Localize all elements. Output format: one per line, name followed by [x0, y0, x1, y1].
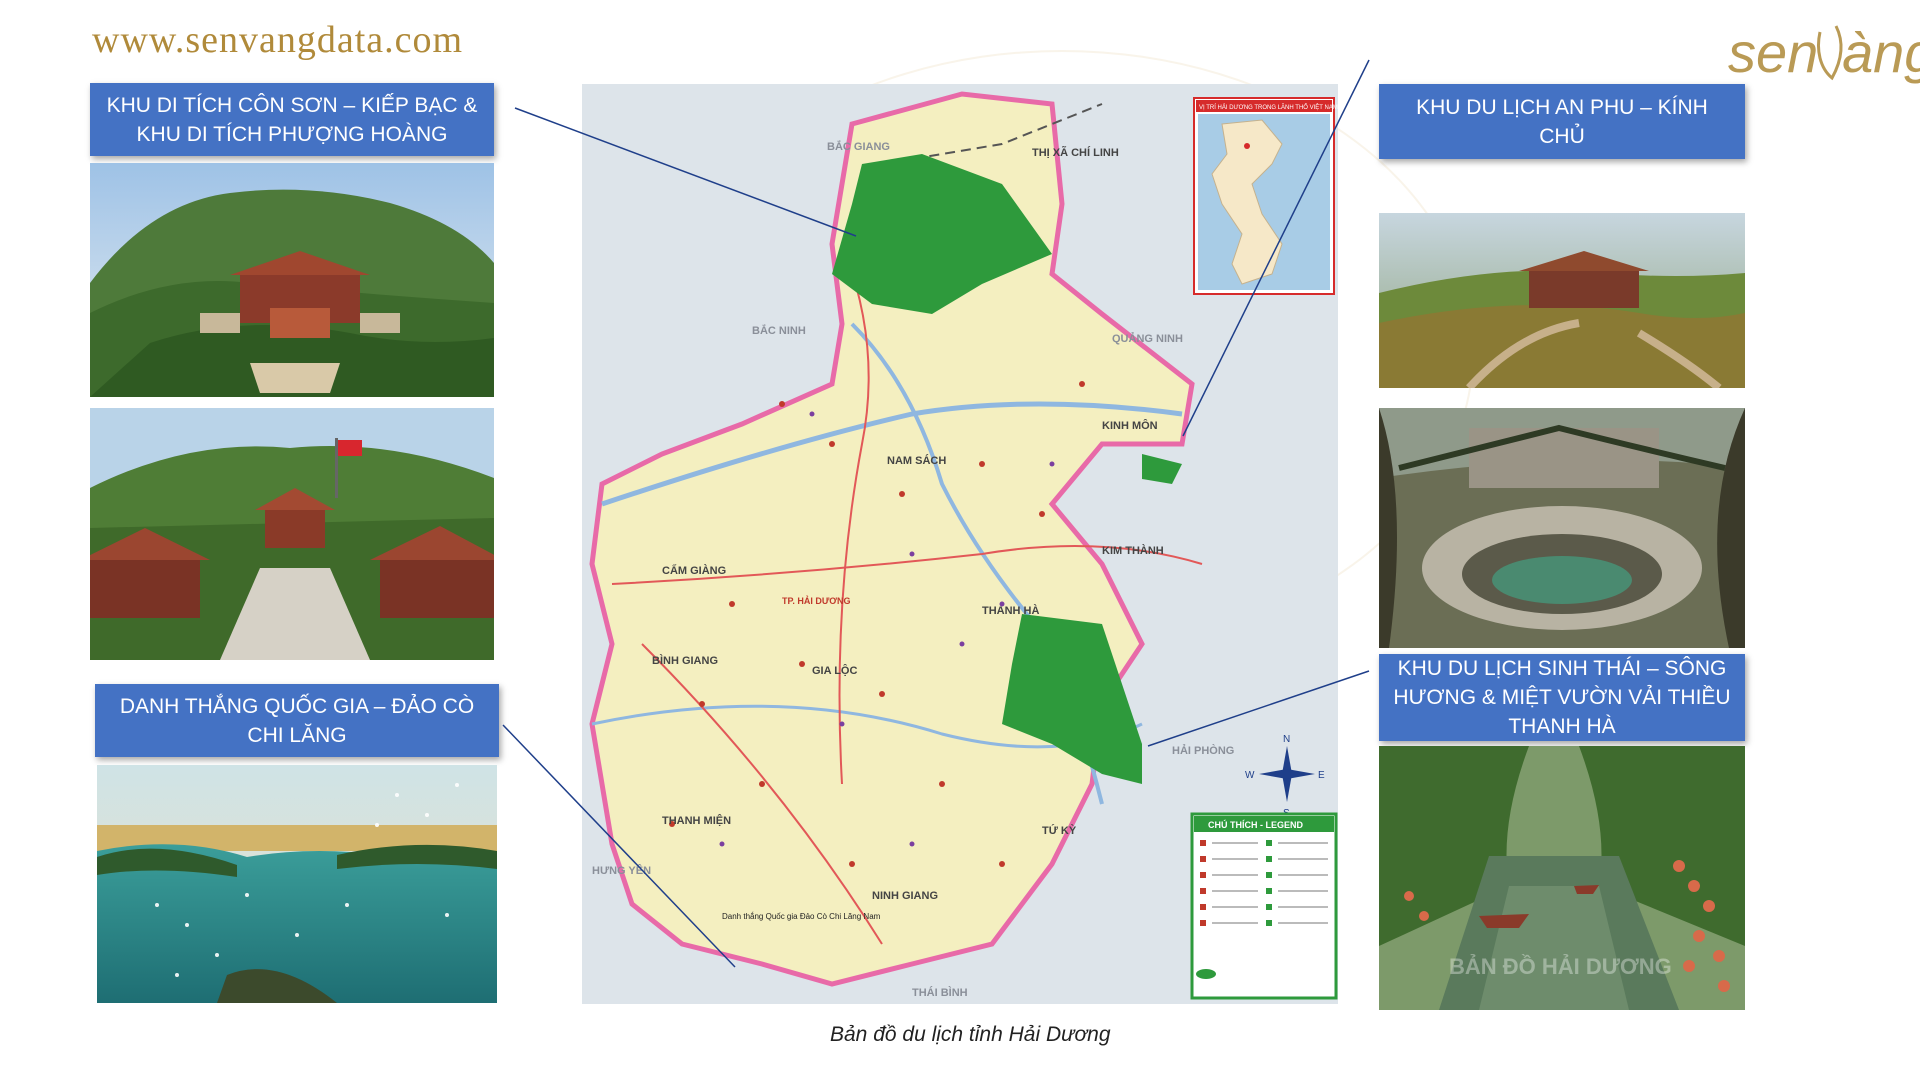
leader-lines: [502, 59, 1370, 968]
map-caption: Bản đồ du lịch tỉnh Hải Dương: [830, 1023, 1111, 1046]
